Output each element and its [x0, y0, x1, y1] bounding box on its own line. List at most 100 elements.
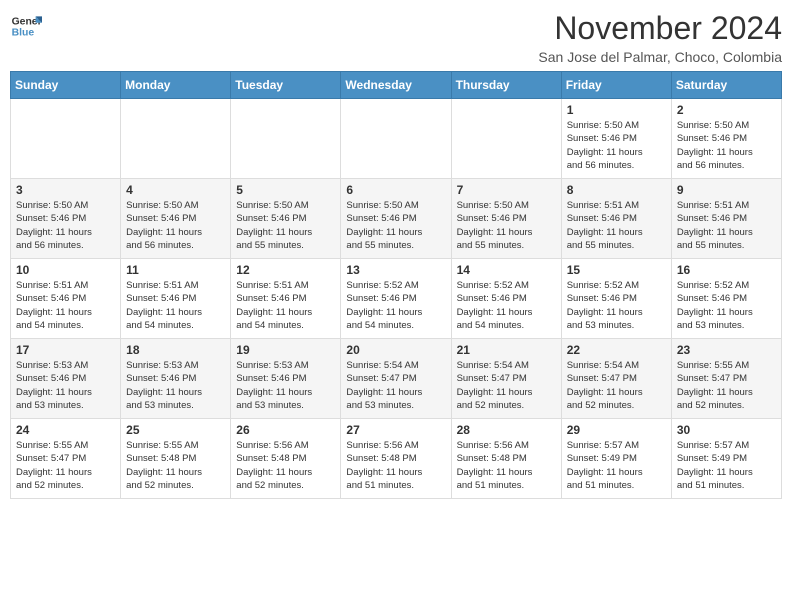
day-info: Sunrise: 5:56 AM Sunset: 5:48 PM Dayligh… — [236, 439, 335, 492]
day-info: Sunrise: 5:50 AM Sunset: 5:46 PM Dayligh… — [236, 199, 335, 252]
calendar-cell: 18 Sunrise: 5:53 AM Sunset: 5:46 PM Dayli… — [121, 339, 231, 419]
calendar-cell: 22 Sunrise: 5:54 AM Sunset: 5:47 PM Dayli… — [561, 339, 671, 419]
week-row-3: 10 Sunrise: 5:51 AM Sunset: 5:46 PM Dayli… — [11, 259, 782, 339]
day-number: 25 — [126, 423, 225, 437]
calendar-cell: 24Sunrise: 5:55 AM Sunset: 5:47 PM Dayli… — [11, 419, 121, 499]
calendar-cell: 29 Sunrise: 5:57 AM Sunset: 5:49 PM Dayli… — [561, 419, 671, 499]
calendar-cell: 19 Sunrise: 5:53 AM Sunset: 5:46 PM Dayli… — [231, 339, 341, 419]
weekday-header-tuesday: Tuesday — [231, 72, 341, 99]
day-number: 11 — [126, 263, 225, 277]
location-subtitle: San Jose del Palmar, Choco, Colombia — [538, 49, 782, 65]
day-info: Sunrise: 5:54 AM Sunset: 5:47 PM Dayligh… — [567, 359, 666, 412]
calendar-cell — [341, 99, 451, 179]
day-info: Sunrise: 5:52 AM Sunset: 5:46 PM Dayligh… — [567, 279, 666, 332]
calendar-cell: 1 Sunrise: 5:50 AM Sunset: 5:46 PM Daylig… — [561, 99, 671, 179]
calendar-cell: 17Sunrise: 5:53 AM Sunset: 5:46 PM Dayli… — [11, 339, 121, 419]
day-number: 18 — [126, 343, 225, 357]
day-info: Sunrise: 5:54 AM Sunset: 5:47 PM Dayligh… — [346, 359, 445, 412]
calendar-cell: 4 Sunrise: 5:50 AM Sunset: 5:46 PM Daylig… — [121, 179, 231, 259]
day-number: 1 — [567, 103, 666, 117]
calendar-cell: 10Sunrise: 5:51 AM Sunset: 5:46 PM Dayli… — [11, 259, 121, 339]
page-header: General Blue November 2024 San Jose del … — [10, 10, 782, 65]
day-info: Sunrise: 5:55 AM Sunset: 5:47 PM Dayligh… — [677, 359, 776, 412]
day-info: Sunrise: 5:50 AM Sunset: 5:46 PM Dayligh… — [16, 199, 115, 252]
day-info: Sunrise: 5:51 AM Sunset: 5:46 PM Dayligh… — [126, 279, 225, 332]
calendar-cell: 28 Sunrise: 5:56 AM Sunset: 5:48 PM Dayli… — [451, 419, 561, 499]
day-info: Sunrise: 5:54 AM Sunset: 5:47 PM Dayligh… — [457, 359, 556, 412]
day-info: Sunrise: 5:51 AM Sunset: 5:46 PM Dayligh… — [677, 199, 776, 252]
day-number: 3 — [16, 183, 115, 197]
weekday-header-wednesday: Wednesday — [341, 72, 451, 99]
logo-icon: General Blue — [10, 10, 42, 42]
day-number: 5 — [236, 183, 335, 197]
calendar-cell: 27Sunrise: 5:56 AM Sunset: 5:48 PM Dayli… — [341, 419, 451, 499]
calendar-cell: 12 Sunrise: 5:51 AM Sunset: 5:46 PM Dayli… — [231, 259, 341, 339]
day-number: 8 — [567, 183, 666, 197]
calendar-cell: 2 Sunrise: 5:50 AM Sunset: 5:46 PM Daylig… — [671, 99, 781, 179]
day-number: 28 — [457, 423, 556, 437]
day-info: Sunrise: 5:50 AM Sunset: 5:46 PM Dayligh… — [457, 199, 556, 252]
day-number: 2 — [677, 103, 776, 117]
svg-text:Blue: Blue — [12, 28, 35, 39]
day-info: Sunrise: 5:55 AM Sunset: 5:47 PM Dayligh… — [16, 439, 115, 492]
month-title: November 2024 — [538, 10, 782, 47]
day-info: Sunrise: 5:56 AM Sunset: 5:48 PM Dayligh… — [457, 439, 556, 492]
calendar-cell: 20 Sunrise: 5:54 AM Sunset: 5:47 PM Dayli… — [341, 339, 451, 419]
day-info: Sunrise: 5:51 AM Sunset: 5:46 PM Dayligh… — [236, 279, 335, 332]
day-number: 13 — [346, 263, 445, 277]
calendar-cell: 14 Sunrise: 5:52 AM Sunset: 5:46 PM Dayli… — [451, 259, 561, 339]
calendar-cell: 26 Sunrise: 5:56 AM Sunset: 5:48 PM Dayli… — [231, 419, 341, 499]
day-info: Sunrise: 5:52 AM Sunset: 5:46 PM Dayligh… — [457, 279, 556, 332]
day-info: Sunrise: 5:50 AM Sunset: 5:46 PM Dayligh… — [126, 199, 225, 252]
day-number: 16 — [677, 263, 776, 277]
weekday-header-saturday: Saturday — [671, 72, 781, 99]
week-row-2: 3 Sunrise: 5:50 AM Sunset: 5:46 PM Daylig… — [11, 179, 782, 259]
calendar-cell: 25 Sunrise: 5:55 AM Sunset: 5:48 PM Dayli… — [121, 419, 231, 499]
day-number: 4 — [126, 183, 225, 197]
day-number: 17 — [16, 343, 115, 357]
day-info: Sunrise: 5:53 AM Sunset: 5:46 PM Dayligh… — [236, 359, 335, 412]
title-block: November 2024 San Jose del Palmar, Choco… — [538, 10, 782, 65]
day-number: 22 — [567, 343, 666, 357]
week-row-4: 17 Sunrise: 5:53 AM Sunset: 5:46 PM Dayli… — [11, 339, 782, 419]
calendar-cell: 5 Sunrise: 5:50 AM Sunset: 5:46 PM Daylig… — [231, 179, 341, 259]
day-number: 30 — [677, 423, 776, 437]
calendar-cell — [121, 99, 231, 179]
calendar-cell: 3 Sunrise: 5:50 AM Sunset: 5:46 PM Daylig… — [11, 179, 121, 259]
calendar-cell — [11, 99, 121, 179]
day-number: 19 — [236, 343, 335, 357]
day-number: 26 — [236, 423, 335, 437]
calendar-table: SundayMondayTuesdayWednesdayThursdayFrid… — [10, 71, 782, 499]
day-info: Sunrise: 5:50 AM Sunset: 5:46 PM Dayligh… — [677, 119, 776, 172]
calendar-cell: 23 Sunrise: 5:55 AM Sunset: 5:47 PM Dayli… — [671, 339, 781, 419]
calendar-cell — [451, 99, 561, 179]
day-number: 7 — [457, 183, 556, 197]
calendar-cell — [231, 99, 341, 179]
logo: General Blue — [10, 10, 42, 42]
calendar-cell: 11 Sunrise: 5:51 AM Sunset: 5:46 PM Dayli… — [121, 259, 231, 339]
weekday-header-thursday: Thursday — [451, 72, 561, 99]
weekday-header-monday: Monday — [121, 72, 231, 99]
day-info: Sunrise: 5:57 AM Sunset: 5:49 PM Dayligh… — [567, 439, 666, 492]
calendar-cell: 21 Sunrise: 5:54 AM Sunset: 5:47 PM Dayli… — [451, 339, 561, 419]
day-info: Sunrise: 5:55 AM Sunset: 5:48 PM Dayligh… — [126, 439, 225, 492]
calendar-cell: 9Sunrise: 5:51 AM Sunset: 5:46 PM Daylig… — [671, 179, 781, 259]
day-number: 29 — [567, 423, 666, 437]
day-number: 21 — [457, 343, 556, 357]
day-info: Sunrise: 5:53 AM Sunset: 5:46 PM Dayligh… — [126, 359, 225, 412]
day-info: Sunrise: 5:52 AM Sunset: 5:46 PM Dayligh… — [677, 279, 776, 332]
day-info: Sunrise: 5:51 AM Sunset: 5:46 PM Dayligh… — [567, 199, 666, 252]
day-number: 14 — [457, 263, 556, 277]
day-info: Sunrise: 5:50 AM Sunset: 5:46 PM Dayligh… — [567, 119, 666, 172]
day-number: 20 — [346, 343, 445, 357]
day-number: 23 — [677, 343, 776, 357]
day-info: Sunrise: 5:50 AM Sunset: 5:46 PM Dayligh… — [346, 199, 445, 252]
day-number: 10 — [16, 263, 115, 277]
calendar-cell: 13Sunrise: 5:52 AM Sunset: 5:46 PM Dayli… — [341, 259, 451, 339]
week-row-5: 24Sunrise: 5:55 AM Sunset: 5:47 PM Dayli… — [11, 419, 782, 499]
day-number: 12 — [236, 263, 335, 277]
day-number: 15 — [567, 263, 666, 277]
calendar-cell: 15 Sunrise: 5:52 AM Sunset: 5:46 PM Dayli… — [561, 259, 671, 339]
day-number: 27 — [346, 423, 445, 437]
calendar-cell: 7 Sunrise: 5:50 AM Sunset: 5:46 PM Daylig… — [451, 179, 561, 259]
